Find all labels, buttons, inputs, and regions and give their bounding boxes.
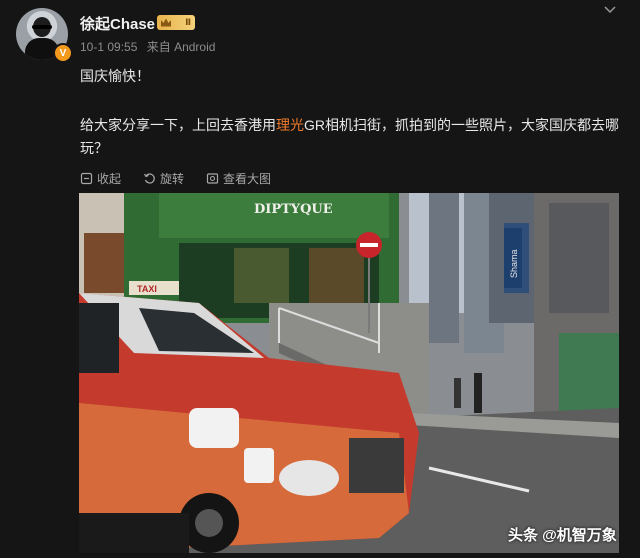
verified-badge: V	[53, 43, 73, 63]
banner-text: Shama	[509, 249, 519, 278]
post-time: 10-1 09:55	[80, 40, 138, 54]
post-source: 来自 Android	[146, 40, 216, 54]
post-meta: 10-1 09:55 来自 Android	[80, 38, 221, 55]
chevron-down-icon[interactable]	[604, 4, 616, 16]
street-scene: DIPTYQUE TAXI Shama	[79, 193, 619, 553]
watermark: 头条 @机智万象	[508, 527, 617, 544]
post-text-body: 给大家分享一下，上回去香港用理光GR相机扫街，抓拍到的一些照片，大家国庆都去哪玩…	[80, 114, 625, 160]
taxi-sign: TAXI	[137, 284, 157, 294]
rotate-button[interactable]: 旋转	[143, 170, 184, 187]
level-label: Ⅱ	[185, 17, 191, 27]
view-large-label: 查看大图	[223, 172, 272, 186]
view-large-icon	[206, 173, 219, 184]
post-text-before: 给大家分享一下，上回去香港用	[80, 117, 276, 133]
username[interactable]: 徐起Chase	[80, 13, 155, 34]
image-actions: 收起 旋转 查看大图	[80, 170, 271, 187]
level-badge: Ⅱ	[157, 15, 195, 30]
collapse-button[interactable]: 收起	[80, 170, 121, 187]
avatar-glasses	[32, 25, 52, 29]
brand-link[interactable]: 理光	[276, 117, 304, 133]
rotate-label: 旋转	[160, 172, 185, 186]
post-text-greeting: 国庆愉快！	[80, 68, 150, 84]
shop-sign: DIPTYQUE	[254, 202, 333, 217]
rotate-icon	[144, 173, 155, 184]
collapse-icon	[80, 172, 93, 185]
view-large-button[interactable]: 查看大图	[206, 170, 271, 187]
collapse-label: 收起	[97, 172, 122, 186]
post-photo[interactable]: DIPTYQUE TAXI Shama	[79, 193, 619, 553]
crown-icon	[161, 18, 171, 27]
